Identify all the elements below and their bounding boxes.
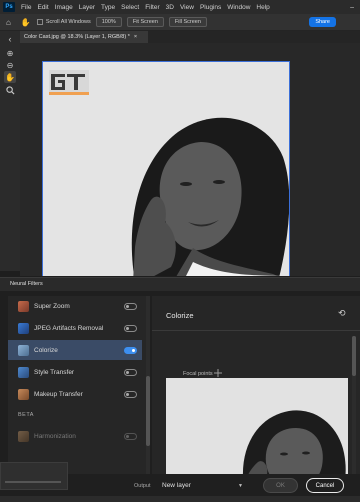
window-controls: – bbox=[350, 4, 360, 11]
hand-tool-icon[interactable]: ✋ bbox=[21, 18, 31, 27]
menu-filter[interactable]: Filter bbox=[142, 4, 162, 11]
menu-bar: Ps File Edit Image Layer Type Select Fil… bbox=[0, 0, 360, 14]
filter-settings-panel: Colorize ⟲ Focal points bbox=[152, 296, 360, 498]
filter-label: Harmonization bbox=[34, 432, 76, 440]
divider bbox=[152, 330, 360, 331]
menu-file[interactable]: File bbox=[18, 4, 34, 11]
super-zoom-toggle[interactable] bbox=[124, 302, 137, 310]
cancel-button[interactable]: Cancel bbox=[306, 478, 344, 493]
scrollbar-thumb[interactable] bbox=[352, 336, 356, 376]
filter-label: Colorize bbox=[34, 346, 58, 354]
jpeg-artifacts-toggle[interactable] bbox=[124, 324, 137, 332]
makeup-transfer-toggle[interactable] bbox=[124, 390, 137, 398]
menu-image[interactable]: Image bbox=[52, 4, 76, 11]
scroll-all-windows-label: Scroll All Windows bbox=[45, 19, 91, 25]
undo-icon[interactable]: ⟲ bbox=[338, 308, 346, 319]
photoshop-logo-icon: Ps bbox=[3, 2, 15, 12]
makeup-transfer-icon bbox=[18, 388, 29, 400]
filter-list-scrollbar[interactable] bbox=[146, 296, 150, 474]
ok-button[interactable]: OK bbox=[263, 478, 298, 493]
super-zoom-icon bbox=[18, 300, 29, 312]
filter-item-colorize[interactable]: Colorize bbox=[8, 340, 142, 360]
style-transfer-icon bbox=[18, 366, 29, 378]
hand-icon[interactable]: ✋ bbox=[4, 71, 16, 83]
minimize-icon[interactable]: – bbox=[350, 4, 354, 11]
scrollbar-thumb[interactable] bbox=[146, 376, 150, 446]
filter-settings-title: Colorize bbox=[166, 311, 194, 320]
harmonization-icon bbox=[18, 430, 29, 442]
options-bar: ⌂ ✋ Scroll All Windows 100% Fit Screen F… bbox=[0, 14, 360, 31]
filter-item-harmonization[interactable]: Harmonization bbox=[8, 426, 142, 446]
filter-list: Super Zoom JPEG Artifacts Removal Colori… bbox=[8, 296, 146, 474]
fill-screen-button[interactable]: Fill Screen bbox=[168, 17, 207, 27]
filter-item-super-zoom[interactable]: Super Zoom bbox=[8, 296, 142, 316]
settings-scrollbar[interactable] bbox=[352, 336, 356, 474]
canvas-area[interactable] bbox=[20, 43, 360, 276]
style-transfer-toggle[interactable] bbox=[124, 368, 137, 376]
menu-select[interactable]: Select bbox=[118, 4, 142, 11]
home-icon[interactable]: ⌂ bbox=[6, 18, 11, 27]
share-button[interactable]: Share bbox=[309, 17, 336, 27]
menu-type[interactable]: Type bbox=[98, 4, 118, 11]
zoom-in-icon[interactable]: ⊕ bbox=[4, 47, 16, 59]
menu-plugins[interactable]: Plugins bbox=[197, 4, 224, 11]
zoom-100-button[interactable]: 100% bbox=[95, 17, 122, 27]
photoshop-window: Ps File Edit Image Layer Type Select Fil… bbox=[0, 0, 360, 502]
document-tab-bar: Color Cast.jpg @ 18.3% (Layer 1, RGB/8) … bbox=[20, 31, 360, 43]
filter-label: JPEG Artifacts Removal bbox=[34, 324, 104, 332]
portrait-photo bbox=[43, 62, 289, 276]
filter-item-makeup-transfer[interactable]: Makeup Transfer bbox=[8, 384, 142, 404]
document-tab-title: Color Cast.jpg @ 18.3% (Layer 1, RGB/8) … bbox=[24, 34, 130, 40]
colorize-toggle[interactable] bbox=[124, 346, 137, 354]
output-label: Output bbox=[134, 483, 151, 489]
zoom-out-icon[interactable]: ⊖ bbox=[4, 59, 16, 71]
menu-edit[interactable]: Edit bbox=[34, 4, 51, 11]
menu-help[interactable]: Help bbox=[253, 4, 272, 11]
filter-item-style-transfer[interactable]: Style Transfer bbox=[8, 362, 142, 382]
output-select-value: New layer bbox=[162, 482, 191, 489]
document-tab[interactable]: Color Cast.jpg @ 18.3% (Layer 1, RGB/8) … bbox=[20, 31, 148, 43]
filter-item-jpeg-artifacts-removal[interactable]: JPEG Artifacts Removal bbox=[8, 318, 142, 338]
back-icon[interactable]: ‹ bbox=[4, 33, 16, 45]
focal-points-label: Focal points bbox=[183, 371, 213, 377]
mini-panel-slider[interactable] bbox=[5, 481, 61, 483]
neural-filters-header: Neural Filters bbox=[0, 277, 360, 291]
tools-panel: ‹ ⊕ ⊖ ✋ bbox=[0, 31, 20, 271]
menu-window[interactable]: Window bbox=[224, 4, 253, 11]
neural-filters-title: Neural Filters bbox=[10, 281, 43, 287]
document-image bbox=[42, 61, 290, 276]
chevron-down-icon: ▼ bbox=[238, 482, 243, 489]
scroll-all-windows-checkbox[interactable] bbox=[36, 19, 43, 25]
colorize-icon bbox=[18, 344, 29, 356]
filter-label: Super Zoom bbox=[34, 302, 70, 310]
menu-3d[interactable]: 3D bbox=[163, 4, 177, 11]
search-icon[interactable] bbox=[4, 84, 16, 96]
harmonization-toggle[interactable] bbox=[124, 432, 137, 440]
jpeg-artifacts-icon bbox=[18, 322, 29, 334]
close-tab-icon[interactable]: × bbox=[134, 34, 137, 40]
output-select[interactable]: New layer ▼ bbox=[158, 478, 250, 493]
menu-layer[interactable]: Layer bbox=[76, 4, 98, 11]
gt-logo-icon bbox=[49, 70, 89, 95]
mini-panel bbox=[0, 462, 68, 490]
filter-label: Style Transfer bbox=[34, 368, 75, 376]
beta-heading: BETA bbox=[18, 412, 34, 418]
status-bar bbox=[0, 496, 360, 502]
fit-screen-button[interactable]: Fit Screen bbox=[126, 17, 164, 27]
filter-label: Makeup Transfer bbox=[34, 390, 83, 398]
crosshair-icon[interactable] bbox=[214, 369, 222, 377]
menu-view[interactable]: View bbox=[177, 4, 197, 11]
